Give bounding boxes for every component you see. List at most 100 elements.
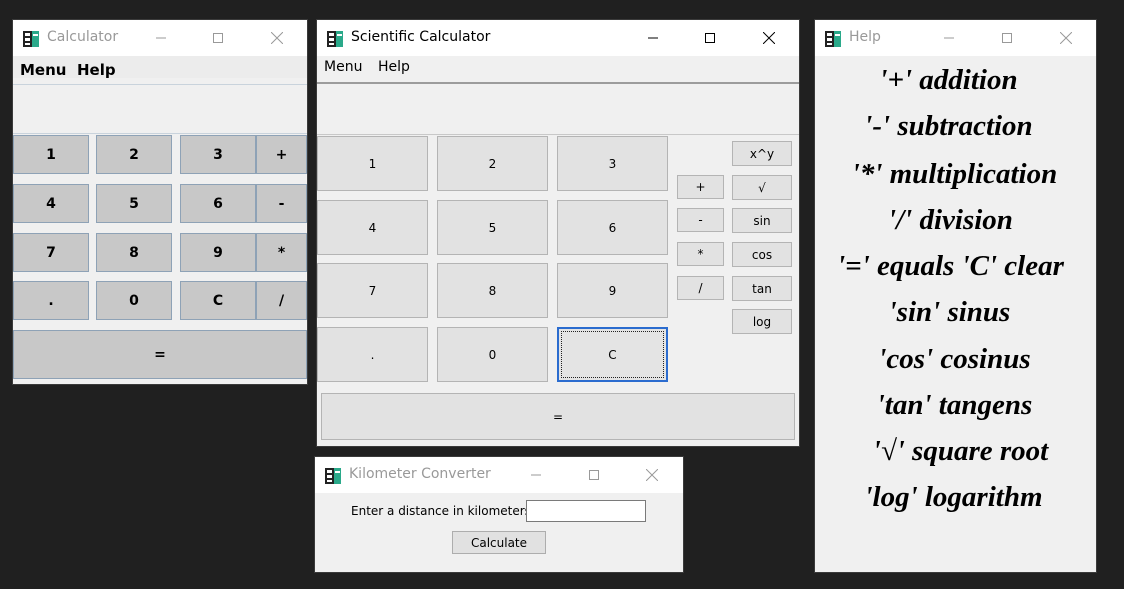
menu-help[interactable]: Help xyxy=(378,59,410,75)
scientific-calculator-window: Scientific Calculator Menu Help 1 2 3 4 … xyxy=(317,20,799,446)
button-2[interactable]: 2 xyxy=(437,136,548,191)
minimize-icon xyxy=(531,474,541,476)
button-decimal[interactable]: . xyxy=(13,281,89,320)
button-1[interactable]: 1 xyxy=(13,135,89,174)
maximize-button[interactable] xyxy=(984,20,1030,56)
close-button[interactable] xyxy=(1043,20,1089,56)
help-line-subtraction: '-' subtraction xyxy=(864,110,1033,142)
help-content: '+' addition '-' subtraction '*' multipl… xyxy=(815,56,1096,572)
minimize-button[interactable] xyxy=(630,20,676,56)
button-7[interactable]: 7 xyxy=(317,263,428,318)
button-1[interactable]: 1 xyxy=(317,136,428,191)
close-button[interactable] xyxy=(629,457,675,493)
minimize-button[interactable] xyxy=(138,20,184,56)
button-4[interactable]: 4 xyxy=(317,200,428,255)
calculate-button[interactable]: Calculate xyxy=(452,531,546,554)
menu-menu[interactable]: Menu xyxy=(324,59,362,75)
maximize-button[interactable] xyxy=(687,20,733,56)
minimize-button[interactable] xyxy=(926,20,972,56)
calculator-menubar: Menu Help xyxy=(13,56,307,79)
scientific-menubar: Menu Help xyxy=(317,56,799,78)
distance-prompt-label: Enter a distance in kilometers xyxy=(351,504,531,518)
help-titlebar[interactable]: Help xyxy=(815,20,1096,56)
button-0[interactable]: 0 xyxy=(96,281,172,320)
close-icon xyxy=(271,32,283,44)
button-multiply[interactable]: * xyxy=(677,242,724,266)
button-clear[interactable]: C xyxy=(180,281,256,320)
button-8[interactable]: 8 xyxy=(437,263,548,318)
maximize-button[interactable] xyxy=(195,20,241,56)
help-line-multiplication: '*' multiplication xyxy=(851,158,1058,190)
button-clear[interactable]: C xyxy=(557,327,668,382)
button-3[interactable]: 3 xyxy=(180,135,256,174)
app-icon xyxy=(327,31,343,47)
app-icon xyxy=(325,468,341,484)
scientific-titlebar[interactable]: Scientific Calculator xyxy=(317,20,799,56)
minimize-icon xyxy=(648,37,658,39)
button-decimal[interactable]: . xyxy=(317,327,428,382)
button-plus[interactable]: + xyxy=(677,175,724,199)
minimize-icon xyxy=(156,37,166,39)
menu-menu[interactable]: Menu xyxy=(20,61,66,79)
help-line-equals-clear: '=' equals 'C' clear xyxy=(837,250,1064,282)
button-5[interactable]: 5 xyxy=(96,184,172,223)
button-minus[interactable]: - xyxy=(256,184,307,223)
button-8[interactable]: 8 xyxy=(96,233,172,272)
maximize-icon xyxy=(1002,33,1012,43)
button-9[interactable]: 9 xyxy=(557,263,668,318)
close-icon xyxy=(763,32,775,44)
button-4[interactable]: 4 xyxy=(13,184,89,223)
help-line-addition: '+' addition xyxy=(879,64,1018,96)
help-line-sin: 'sin' sinus xyxy=(888,296,1011,328)
button-2[interactable]: 2 xyxy=(96,135,172,174)
maximize-icon xyxy=(213,33,223,43)
button-sqrt[interactable]: √ xyxy=(732,175,792,200)
maximize-button[interactable] xyxy=(571,457,617,493)
button-3[interactable]: 3 xyxy=(557,136,668,191)
close-icon xyxy=(646,469,658,481)
window-title: Kilometer Converter xyxy=(349,466,491,482)
button-0[interactable]: 0 xyxy=(437,327,548,382)
close-icon xyxy=(1060,32,1072,44)
close-button[interactable] xyxy=(254,20,300,56)
help-line-log: 'log' logarithm xyxy=(864,481,1043,513)
window-title: Scientific Calculator xyxy=(351,29,491,45)
window-title: Calculator xyxy=(47,29,119,45)
help-window: Help '+' addition '-' subtraction '*' mu… xyxy=(815,20,1096,572)
button-divide[interactable]: / xyxy=(677,276,724,300)
app-icon xyxy=(23,31,39,47)
calculator-titlebar[interactable]: Calculator xyxy=(13,20,307,56)
button-power[interactable]: x^y xyxy=(732,141,792,166)
kilometer-converter-window: Kilometer Converter Enter a distance in … xyxy=(315,457,683,572)
button-6[interactable]: 6 xyxy=(557,200,668,255)
app-icon xyxy=(825,31,841,47)
button-equals[interactable]: = xyxy=(321,393,795,440)
window-title: Help xyxy=(849,29,881,45)
button-5[interactable]: 5 xyxy=(437,200,548,255)
button-sin[interactable]: sin xyxy=(732,208,792,233)
calculator-window: Calculator Menu Help 1 2 3 + 4 5 6 - 7 8… xyxy=(13,20,307,384)
maximize-icon xyxy=(589,470,599,480)
button-9[interactable]: 9 xyxy=(180,233,256,272)
button-divide[interactable]: / xyxy=(256,281,307,320)
button-log[interactable]: log xyxy=(732,309,792,334)
button-plus[interactable]: + xyxy=(256,135,307,174)
menu-help[interactable]: Help xyxy=(77,61,116,79)
button-tan[interactable]: tan xyxy=(732,276,792,301)
distance-input[interactable] xyxy=(526,500,646,522)
button-cos[interactable]: cos xyxy=(732,242,792,267)
help-line-division: '/' division xyxy=(888,204,1013,236)
close-button[interactable] xyxy=(746,20,792,56)
button-equals[interactable]: = xyxy=(13,330,307,379)
calculator-display xyxy=(13,84,307,134)
maximize-icon xyxy=(705,33,715,43)
help-line-cos: 'cos' cosinus xyxy=(878,343,1031,375)
help-line-tan: 'tan' tangens xyxy=(876,389,1033,421)
minimize-icon xyxy=(944,37,954,39)
button-multiply[interactable]: * xyxy=(256,233,307,272)
converter-titlebar[interactable]: Kilometer Converter xyxy=(315,457,683,493)
button-6[interactable]: 6 xyxy=(180,184,256,223)
minimize-button[interactable] xyxy=(513,457,559,493)
button-minus[interactable]: - xyxy=(677,208,724,232)
button-7[interactable]: 7 xyxy=(13,233,89,272)
